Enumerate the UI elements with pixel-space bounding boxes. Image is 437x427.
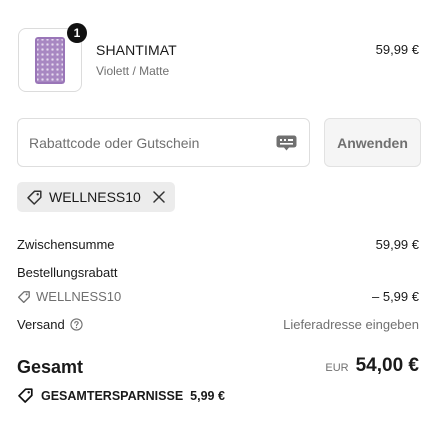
order-discount-code: WELLNESS10: [17, 289, 121, 304]
product-price: 59,99 €: [375, 42, 419, 57]
close-icon[interactable]: [153, 191, 165, 203]
subtotal-label: Zwischensumme: [17, 237, 115, 252]
order-discount-value: – 5,99 €: [372, 289, 419, 304]
tag-icon: [17, 290, 30, 303]
total-amount: 54,00 €: [355, 355, 419, 376]
help-circle-icon[interactable]: [70, 318, 83, 331]
tag-icon: [27, 189, 42, 205]
shipping-row: Versand: [17, 317, 83, 332]
apply-discount-button[interactable]: Anwenden: [324, 118, 421, 167]
shipping-value: Lieferadresse eingeben: [283, 317, 419, 332]
gift-card-icon: [276, 135, 297, 151]
product-image: [35, 37, 65, 84]
order-discount-label: Bestellungsrabatt: [17, 265, 118, 280]
applied-discount-chip: WELLNESS10: [17, 182, 175, 212]
discount-code-input[interactable]: [29, 134, 269, 151]
product-variant: Violett / Matte: [96, 64, 170, 78]
discount-field[interactable]: [17, 118, 310, 167]
tag-icon: [18, 388, 33, 403]
subtotal-value: 59,99 €: [375, 237, 419, 252]
order-discount-code-text: WELLNESS10: [36, 289, 122, 304]
total-savings: GESAMTERSPARNISSE 5,99 €: [17, 387, 225, 404]
savings-label: GESAMTERSPARNISSE: [41, 388, 184, 403]
applied-code-label: WELLNESS10: [49, 189, 141, 205]
quantity-badge: 1: [67, 23, 87, 43]
total-amount-wrap: EUR 54,00 €: [325, 355, 419, 377]
total-label: Gesamt: [17, 357, 84, 377]
currency-code: EUR: [325, 362, 349, 374]
shipping-label: Versand: [17, 317, 65, 332]
savings-value: 5,99 €: [190, 388, 225, 403]
product-name: SHANTIMAT: [96, 42, 177, 58]
